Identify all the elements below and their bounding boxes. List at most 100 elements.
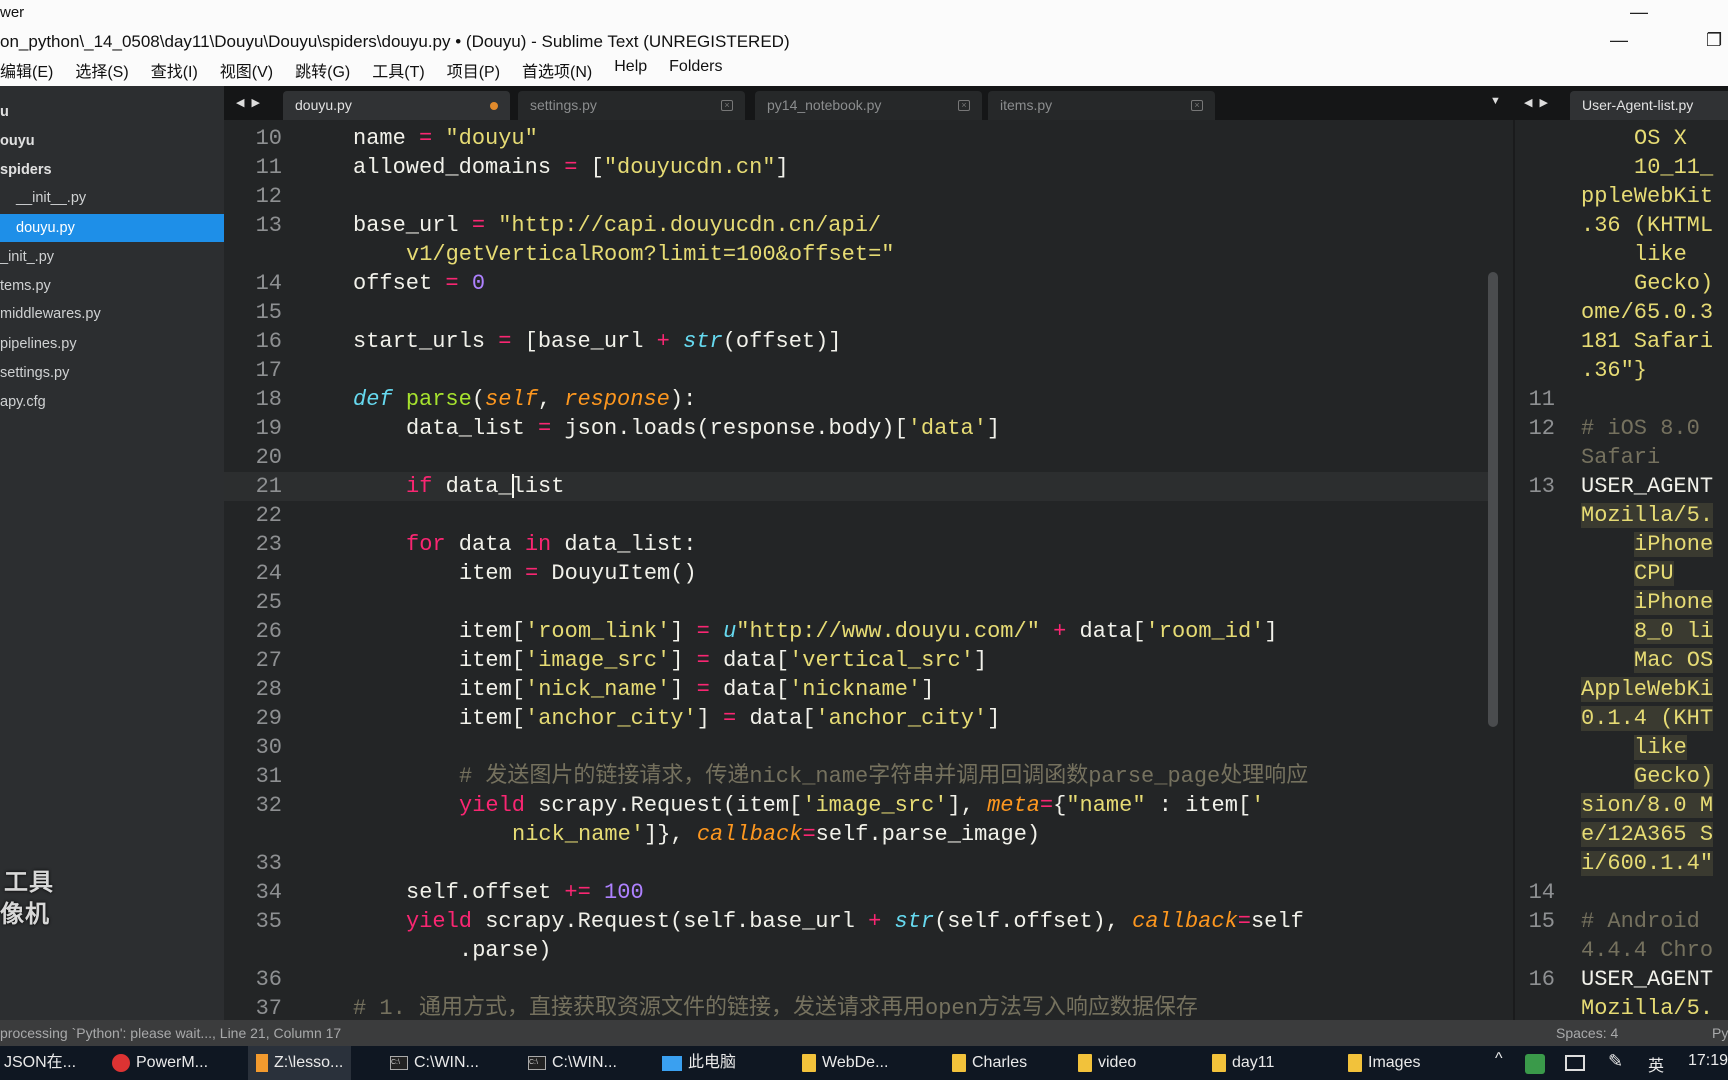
code-line[interactable]: 19 data_list = json.loads(response.body)[…: [224, 414, 1498, 443]
code-line[interactable]: Mozilla/5.: [1515, 994, 1728, 1020]
code-line[interactable]: 8_0 li: [1515, 617, 1728, 646]
sidebar-item[interactable]: ouyu: [0, 127, 224, 155]
code-line[interactable]: 10_11_: [1515, 153, 1728, 182]
sidebar-item[interactable]: tems.py: [0, 272, 224, 300]
minimize-button[interactable]: —: [1610, 30, 1628, 51]
taskbar-item[interactable]: C:\ C:\WIN...: [390, 1046, 479, 1080]
code-line[interactable]: i/600.1.4": [1515, 849, 1728, 878]
taskbar-item[interactable]: Charles: [952, 1046, 1027, 1080]
code-line[interactable]: 23 for data in data_list:: [224, 530, 1498, 559]
code-line[interactable]: 12 # iOS 8.0: [1515, 414, 1728, 443]
tab-scroll-arrows[interactable]: ◀ ▶: [236, 96, 262, 109]
code-line[interactable]: OS X: [1515, 124, 1728, 153]
code-line[interactable]: 26 item['room_link'] = u"http://www.douyu…: [224, 617, 1498, 646]
tab-scroll-arrows-right[interactable]: ◀ ▶: [1524, 96, 1550, 109]
clock[interactable]: 17:19: [1688, 1052, 1728, 1070]
indentation-setting[interactable]: Spaces: 4: [1556, 1020, 1618, 1046]
code-line[interactable]: 28 item['nick_name'] = data['nickname']: [224, 675, 1498, 704]
code-line[interactable]: Safari: [1515, 443, 1728, 472]
code-line[interactable]: sion/8.0 M: [1515, 791, 1728, 820]
code-line[interactable]: e/12A365 S: [1515, 820, 1728, 849]
restore-button[interactable]: ❐: [1706, 30, 1722, 51]
taskbar-item[interactable]: 此电脑: [662, 1046, 736, 1080]
menu-item[interactable]: 工具(T): [372, 58, 424, 82]
code-line[interactable]: like: [1515, 733, 1728, 762]
code-line[interactable]: ome/65.0.3: [1515, 298, 1728, 327]
sidebar-item[interactable]: apy.cfg: [0, 388, 224, 416]
menu-item[interactable]: Help: [614, 58, 647, 82]
taskbar-item[interactable]: JSON在...: [4, 1046, 76, 1080]
menu-item[interactable]: 视图(V): [220, 58, 273, 82]
menu-item[interactable]: 查找(I): [151, 58, 198, 82]
menu-item[interactable]: 编辑(E): [0, 58, 53, 82]
menu-item[interactable]: 跳转(G): [295, 58, 350, 82]
ime-indicator[interactable]: 英: [1648, 1052, 1664, 1076]
code-line[interactable]: ppleWebKit: [1515, 182, 1728, 211]
code-line[interactable]: Mac OS: [1515, 646, 1728, 675]
sidebar-item[interactable]: _init_.py: [0, 243, 224, 271]
syntax-setting[interactable]: Py: [1712, 1020, 1728, 1046]
code-line[interactable]: 36: [224, 965, 1498, 994]
sidebar-item[interactable]: douyu.py: [0, 214, 224, 242]
code-line[interactable]: 15: [224, 298, 1498, 327]
code-line[interactable]: 12: [224, 182, 1498, 211]
code-line[interactable]: 27 item['image_src'] = data['vertical_src…: [224, 646, 1498, 675]
code-line[interactable]: 11: [1515, 385, 1728, 414]
taskbar-item[interactable]: C:\ C:\WIN...: [528, 1046, 617, 1080]
close-tab-icon[interactable]: ×: [958, 100, 970, 111]
taskbar-item[interactable]: PowerM...: [112, 1046, 208, 1080]
taskbar-item[interactable]: video: [1078, 1046, 1136, 1080]
code-line[interactable]: v1/getVerticalRoom?limit=100&offset=": [224, 240, 1498, 269]
code-line[interactable]: Gecko): [1515, 269, 1728, 298]
code-line[interactable]: AppleWebKi: [1515, 675, 1728, 704]
pen-icon[interactable]: ✎: [1608, 1051, 1623, 1072]
code-line[interactable]: 16 start_urls = [base_url + str(offset)]: [224, 327, 1498, 356]
code-line[interactable]: 31 # 发送图片的链接请求，传递nick_name字符串并调用回调函数parse…: [224, 762, 1498, 791]
code-line[interactable]: 25: [224, 588, 1498, 617]
code-editor-left[interactable]: 10 name = "douyu" 11 allowed_domains = ["do…: [224, 120, 1498, 1020]
sidebar-item[interactable]: __init__.py: [0, 184, 224, 212]
code-line[interactable]: 15 # Android: [1515, 907, 1728, 936]
code-line[interactable]: like: [1515, 240, 1728, 269]
tray-chevron-icon[interactable]: ^: [1495, 1050, 1503, 1068]
taskbar-item[interactable]: WebDe...: [802, 1046, 888, 1080]
code-line[interactable]: 18 def parse(self, response):: [224, 385, 1498, 414]
menu-item[interactable]: Folders: [669, 58, 722, 82]
close-tab-icon[interactable]: ×: [721, 100, 733, 111]
code-line[interactable]: 14 offset = 0: [224, 269, 1498, 298]
code-line[interactable]: 35 yield scrapy.Request(self.base_url + s…: [224, 907, 1498, 936]
tab-dropdown-icon[interactable]: ▼: [1490, 95, 1503, 107]
update-icon[interactable]: [1525, 1054, 1545, 1074]
code-line[interactable]: iPhone: [1515, 530, 1728, 559]
code-line[interactable]: nick_name']}, callback=self.parse_image): [224, 820, 1498, 849]
sidebar-item[interactable]: settings.py: [0, 359, 224, 387]
code-line[interactable]: 21 if data_list: [224, 472, 1498, 501]
code-line[interactable]: 4.4.4 Chro: [1515, 936, 1728, 965]
code-line[interactable]: 181 Safari: [1515, 327, 1728, 356]
code-line[interactable]: 10 name = "douyu": [224, 124, 1498, 153]
code-line[interactable]: 11 allowed_domains = ["douyucdn.cn"]: [224, 153, 1498, 182]
taskbar-item[interactable]: Z:\lesso...: [248, 1046, 352, 1080]
sidebar-item[interactable]: middlewares.py: [0, 300, 224, 328]
code-line[interactable]: 17: [224, 356, 1498, 385]
taskbar-item[interactable]: day11: [1212, 1046, 1274, 1080]
menu-item[interactable]: 项目(P): [447, 58, 500, 82]
close-tab-icon[interactable]: ×: [1191, 100, 1203, 111]
code-line[interactable]: 0.1.4 (KHT: [1515, 704, 1728, 733]
code-line[interactable]: 30: [224, 733, 1498, 762]
minimize-button[interactable]: —: [1630, 2, 1648, 23]
vertical-scrollbar[interactable]: [1488, 272, 1498, 727]
code-line[interactable]: CPU: [1515, 559, 1728, 588]
code-line[interactable]: 32 yield scrapy.Request(item['image_src']…: [224, 791, 1498, 820]
code-line[interactable]: .36 (KHTML: [1515, 211, 1728, 240]
tab-User-Agent-list-py[interactable]: User-Agent-list.py: [1570, 91, 1728, 120]
code-line[interactable]: .parse): [224, 936, 1498, 965]
code-line[interactable]: .36"}: [1515, 356, 1728, 385]
tab-douyu-py[interactable]: douyu.py: [283, 91, 510, 120]
code-line[interactable]: Gecko): [1515, 762, 1728, 791]
code-line[interactable]: 37 # 1. 通用方式，直接获取资源文件的链接，发送请求再用open方法写入响应…: [224, 994, 1498, 1020]
tab-items-py[interactable]: items.py ×: [988, 91, 1215, 120]
network-icon[interactable]: [1565, 1055, 1585, 1071]
code-line[interactable]: 24 item = DouyuItem(): [224, 559, 1498, 588]
code-line[interactable]: 34 self.offset += 100: [224, 878, 1498, 907]
